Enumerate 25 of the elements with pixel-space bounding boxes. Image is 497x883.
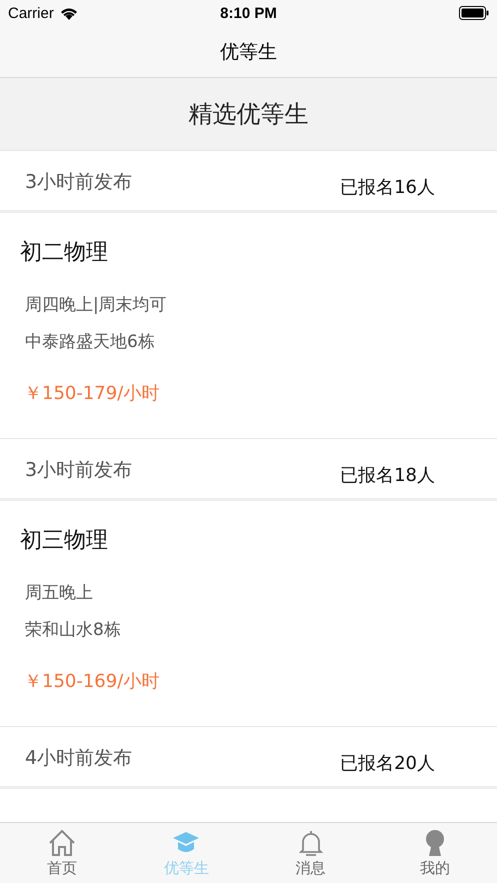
bell-icon — [296, 828, 325, 856]
posted-time: 3小时前发布 — [25, 458, 132, 483]
signup-count: 已报名18人 — [340, 464, 435, 488]
price-text: ￥150-179/小时 — [24, 382, 160, 405]
signup-count: 已报名20人 — [340, 752, 435, 776]
course-title: 初二物理 — [20, 239, 108, 267]
tab-item[interactable]: 首页 — [0, 823, 124, 883]
address-text: 中泰路盛天地6栋 — [25, 331, 155, 353]
posted-time: 4小时前发布 — [25, 746, 132, 771]
posted-time: 3小时前发布 — [25, 170, 132, 195]
price-text: ￥150-169/小时 — [24, 670, 160, 693]
schedule-text: 周四晚上|周末均可 — [25, 294, 167, 316]
status-time: 8:10 PM — [220, 4, 277, 22]
address-text: 荣和山水8栋 — [25, 619, 121, 641]
carrier-label: Carrier — [8, 4, 54, 22]
signup-count: 已报名16人 — [340, 176, 435, 200]
schedule-text: 周五晚上 — [25, 582, 93, 604]
nav-title: 优等生 — [220, 40, 277, 64]
wifi-icon — [60, 6, 78, 20]
tab-item[interactable]: 我的 — [372, 823, 497, 883]
battery-icon — [459, 6, 489, 20]
home-icon — [48, 828, 76, 856]
course-title: 初三物理 — [20, 527, 108, 555]
tab-item[interactable]: 消息 — [248, 823, 373, 883]
section-title: 精选优等生 — [188, 99, 308, 130]
